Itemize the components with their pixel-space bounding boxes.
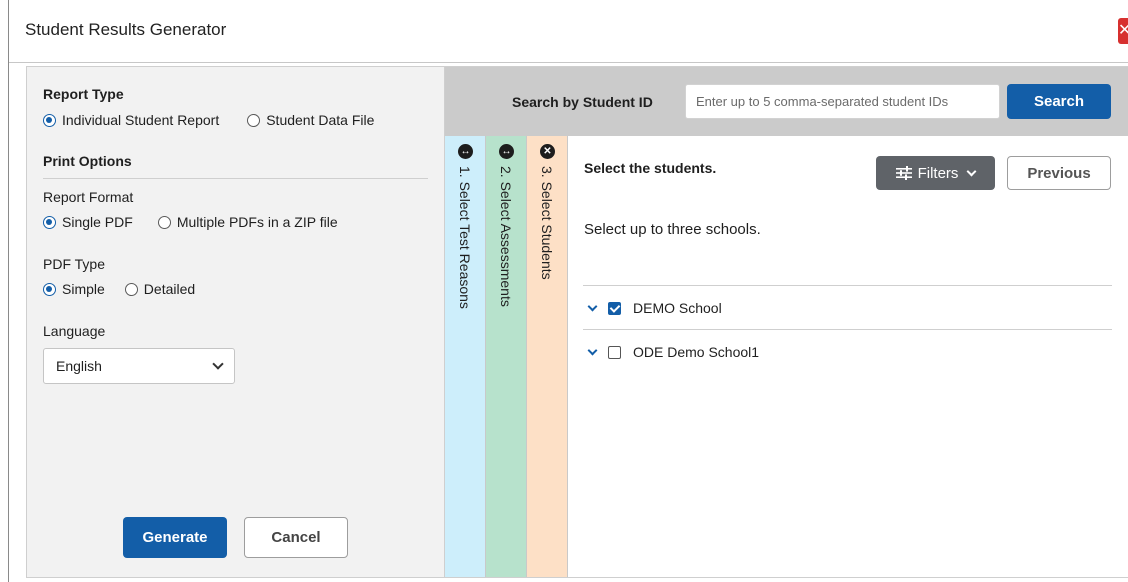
radio-label: Student Data File	[266, 112, 375, 128]
close-circle-icon[interactable]: ✕	[540, 144, 555, 159]
radio-single-pdf[interactable]: Single PDF	[43, 214, 133, 230]
school-name: DEMO School	[633, 300, 722, 316]
radio-individual-student-report[interactable]: Individual Student Report	[43, 112, 219, 128]
filters-label: Filters	[917, 164, 959, 182]
step-select-students[interactable]: ✕ 3. Select Students	[527, 136, 568, 577]
step-select-test-reasons[interactable]: ↔ 1. Select Test Reasons	[445, 136, 486, 577]
radio-label: Multiple PDFs in a ZIP file	[176, 214, 338, 230]
pdf-type-label: PDF Type	[43, 256, 105, 272]
report-format-label: Report Format	[43, 189, 134, 205]
divider	[583, 285, 1112, 286]
previous-button[interactable]: Previous	[1007, 156, 1111, 190]
student-id-search-input[interactable]: Enter up to 5 comma-separated student ID…	[685, 84, 1000, 119]
radio-selected-icon	[43, 282, 56, 296]
radio-label: Individual Student Report	[62, 112, 220, 128]
expand-arrows-icon[interactable]: ↔	[458, 144, 473, 159]
school-checkbox[interactable]	[608, 345, 621, 359]
radio-label: Detailed	[143, 281, 196, 297]
cancel-button[interactable]: Cancel	[244, 517, 348, 558]
search-placeholder: Enter up to 5 comma-separated student ID…	[696, 94, 949, 109]
chevron-down-icon	[212, 358, 224, 370]
school-name: ODE Demo School1	[633, 344, 760, 360]
search-button[interactable]: Search	[1007, 84, 1111, 119]
language-label: Language	[43, 323, 106, 339]
radio-multiple-pdfs[interactable]: Multiple PDFs in a ZIP file	[157, 214, 338, 230]
student-selection-panel: Select the students. Filters Previous Se…	[568, 136, 1128, 577]
title-bar: Student Results Generator ✕	[9, 0, 1128, 62]
radio-student-data-file[interactable]: Student Data File	[247, 112, 374, 128]
radio-unselected-icon	[124, 282, 138, 296]
chevron-down-icon[interactable]	[587, 301, 598, 312]
school-checkbox[interactable]	[608, 301, 621, 315]
print-options-title: Print Options	[43, 153, 132, 169]
radio-label: Simple	[62, 281, 105, 297]
search-label: Search by Student ID	[512, 94, 653, 110]
expand-arrows-icon[interactable]: ↔	[499, 144, 514, 159]
radio-detailed[interactable]: Detailed	[124, 281, 196, 297]
step-label: 1. Select Test Reasons	[457, 166, 473, 309]
language-value: English	[56, 358, 102, 374]
radio-selected-icon	[43, 113, 56, 127]
sliders-icon	[895, 166, 912, 180]
instruction-text: Select up to three schools.	[584, 221, 761, 238]
list-item: DEMO School	[586, 300, 722, 316]
divider	[43, 178, 428, 179]
window-frame	[8, 0, 9, 582]
filters-button[interactable]: Filters	[876, 156, 995, 190]
dialog-title: Student Results Generator	[25, 20, 227, 39]
search-bar: Search by Student ID Enter up to 5 comma…	[445, 67, 1128, 136]
close-button[interactable]: ✕	[1118, 18, 1128, 44]
list-item: ODE Demo School1	[586, 344, 759, 360]
radio-label: Single PDF	[62, 214, 133, 230]
radio-simple[interactable]: Simple	[43, 281, 105, 297]
report-type-title: Report Type	[43, 86, 124, 102]
pdf-type-group: Simple Detailed	[43, 281, 195, 297]
divider	[583, 329, 1112, 330]
options-panel: Report Type Individual Student Report St…	[27, 67, 445, 577]
step-select-assessments[interactable]: ↔ 2. Select Assessments	[486, 136, 527, 577]
step-label: 2. Select Assessments	[498, 166, 514, 307]
language-select[interactable]: English	[43, 348, 235, 384]
radio-selected-icon	[43, 215, 56, 229]
content-title: Select the students.	[584, 160, 717, 176]
report-type-group: Individual Student Report Student Data F…	[43, 112, 374, 128]
generate-button[interactable]: Generate	[123, 517, 227, 558]
step-label: 3. Select Students	[539, 166, 555, 280]
title-divider	[9, 62, 1128, 63]
radio-unselected-icon	[247, 113, 261, 127]
radio-unselected-icon	[157, 215, 171, 229]
close-icon: ✕	[1118, 22, 1128, 39]
chevron-down-icon	[966, 166, 977, 176]
dialog-body: Report Type Individual Student Report St…	[26, 66, 1128, 578]
report-format-group: Single PDF Multiple PDFs in a ZIP file	[43, 214, 338, 230]
chevron-down-icon[interactable]	[587, 345, 598, 356]
